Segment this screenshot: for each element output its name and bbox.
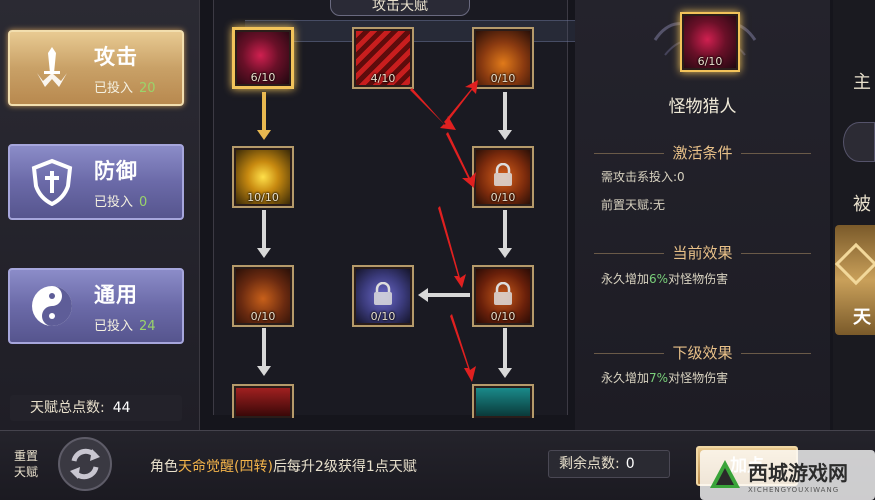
tab-main[interactable]: 主 xyxy=(833,68,875,94)
node-count: 0/10 xyxy=(490,310,516,323)
category-attack-name: 攻击 xyxy=(94,44,138,69)
current-effect-pre: 永久增加 xyxy=(601,272,650,286)
category-general-button[interactable]: 通用 已投入 24 xyxy=(8,268,184,344)
current-effect-header-text: 当前效果 xyxy=(672,244,733,262)
reset-talent-button[interactable] xyxy=(58,437,112,491)
invested-value: 20 xyxy=(139,80,156,96)
requirement-1: 需攻击系投入:0 xyxy=(601,170,685,184)
talent-node-4[interactable]: 10/10 xyxy=(232,146,294,208)
current-effect-value: 6% xyxy=(649,272,669,286)
talent-node-6[interactable]: 0/10 xyxy=(232,265,294,327)
selected-count: 6/10 xyxy=(697,55,723,68)
node-count: 0/10 xyxy=(250,310,276,323)
connector-arrow xyxy=(257,210,271,258)
talent-node-partial[interactable] xyxy=(232,384,294,418)
current-effect: 永久增加6%对怪物伤害 xyxy=(601,270,728,287)
next-effect-post: 对怪物伤害 xyxy=(668,371,729,385)
next-effect-pre: 永久增加 xyxy=(601,371,650,385)
lock-icon xyxy=(374,281,392,305)
next-effect: 永久增加7%对怪物伤害 xyxy=(601,369,728,386)
talent-tree-title: 攻击天赋 xyxy=(330,0,470,16)
remaining-points: 剩余点数: 0 xyxy=(548,450,670,478)
connector-arrow xyxy=(498,328,512,378)
next-effect-value: 7% xyxy=(649,371,669,385)
watermark-subtext: XICHENGYOUXIWANG xyxy=(748,485,840,494)
talent-node-7[interactable]: 0/10 xyxy=(352,265,414,327)
watermark-logo xyxy=(710,460,740,488)
talent-node-3[interactable]: 0/10 xyxy=(472,27,534,89)
lock-icon xyxy=(494,162,512,186)
invested-label: 已投入 xyxy=(94,318,134,334)
next-effect-header-text: 下级效果 xyxy=(672,344,733,362)
tab-talent-label: 天 xyxy=(853,307,871,328)
diamond-icon xyxy=(834,242,875,286)
connector-arrow xyxy=(257,328,271,376)
partial-node-art xyxy=(236,388,290,416)
node-count: 10/10 xyxy=(247,191,279,204)
tab-passive-emblem xyxy=(843,122,875,162)
talent-node-partial[interactable] xyxy=(472,384,534,418)
total-points-value: 44 xyxy=(112,400,131,416)
category-defense-name: 防御 xyxy=(94,158,138,183)
hint-post: 后每升2级获得1点天赋 xyxy=(272,459,417,475)
talent-node-8[interactable]: 0/10 xyxy=(472,265,534,327)
remaining-points-value: 0 xyxy=(625,456,635,472)
category-general-name: 通用 xyxy=(94,282,138,307)
yin-yang-icon xyxy=(24,278,80,334)
refresh-icon xyxy=(70,448,100,480)
requirement-2: 前置天赋:无 xyxy=(601,198,666,212)
node-count: 6/10 xyxy=(250,71,276,84)
remaining-points-label: 剩余点数: xyxy=(559,456,620,472)
category-defense-button[interactable]: 防御 已投入 0 xyxy=(8,144,184,220)
watermark-text: 西城游戏网 xyxy=(748,460,848,485)
current-effect-post: 对怪物伤害 xyxy=(668,272,729,286)
next-effect-header: 下级效果 xyxy=(575,342,830,363)
invested-value: 0 xyxy=(139,194,148,210)
activation-header: 激活条件 xyxy=(575,142,830,163)
tab-talent-active[interactable]: 天 xyxy=(834,225,875,335)
node-count: 0/10 xyxy=(370,310,396,323)
total-points-label: 天赋总点数: xyxy=(30,400,105,416)
talent-detail-panel: 6/10 怪物猎人 激活条件 需攻击系投入:0 前置天赋:无 当前效果 永久增加… xyxy=(575,0,830,430)
node-count: 0/10 xyxy=(490,72,516,85)
activation-header-text: 激活条件 xyxy=(672,144,733,162)
current-effect-header: 当前效果 xyxy=(575,242,830,263)
invested-label: 已投入 xyxy=(94,80,134,96)
tab-passive[interactable]: 被 xyxy=(833,190,875,216)
node-count: 0/10 xyxy=(490,191,516,204)
talent-node-2[interactable]: 4/10 xyxy=(352,27,414,89)
shield-icon xyxy=(24,154,80,210)
invested-label: 已投入 xyxy=(94,194,134,210)
invested-value: 24 xyxy=(139,318,156,334)
reset-label: 重置 天赋 xyxy=(14,448,38,480)
partial-node-art xyxy=(476,388,530,416)
talent-gain-hint: 角色天命觉醒(四转)后每升2级获得1点天赋 xyxy=(150,456,417,476)
hint-highlight: 天命觉醒(四转) xyxy=(178,459,273,475)
connector-arrow xyxy=(498,92,512,140)
connector-arrow xyxy=(498,210,512,258)
reset-label-line2: 天赋 xyxy=(14,465,39,479)
connector-arrow xyxy=(418,288,470,302)
talent-node-5[interactable]: 0/10 xyxy=(472,146,534,208)
side-tab-bar: 主 被 天 xyxy=(833,0,875,430)
category-attack-button[interactable]: 攻击 已投入 20 xyxy=(8,30,184,106)
talent-node-monster-hunter[interactable]: 6/10 xyxy=(232,27,294,89)
selected-talent-icon: 6/10 xyxy=(680,12,740,72)
reset-label-line1: 重置 xyxy=(14,449,39,463)
sword-icon xyxy=(24,40,80,96)
watermark: 西城游戏网 XICHENGYOUXIWANG xyxy=(700,450,875,500)
talent-name: 怪物猎人 xyxy=(668,97,737,117)
lock-icon xyxy=(494,281,512,305)
node-count: 4/10 xyxy=(370,72,396,85)
total-points: 天赋总点数: 44 xyxy=(10,395,182,421)
hint-pre: 角色 xyxy=(150,459,178,475)
connector-arrow xyxy=(257,92,271,140)
